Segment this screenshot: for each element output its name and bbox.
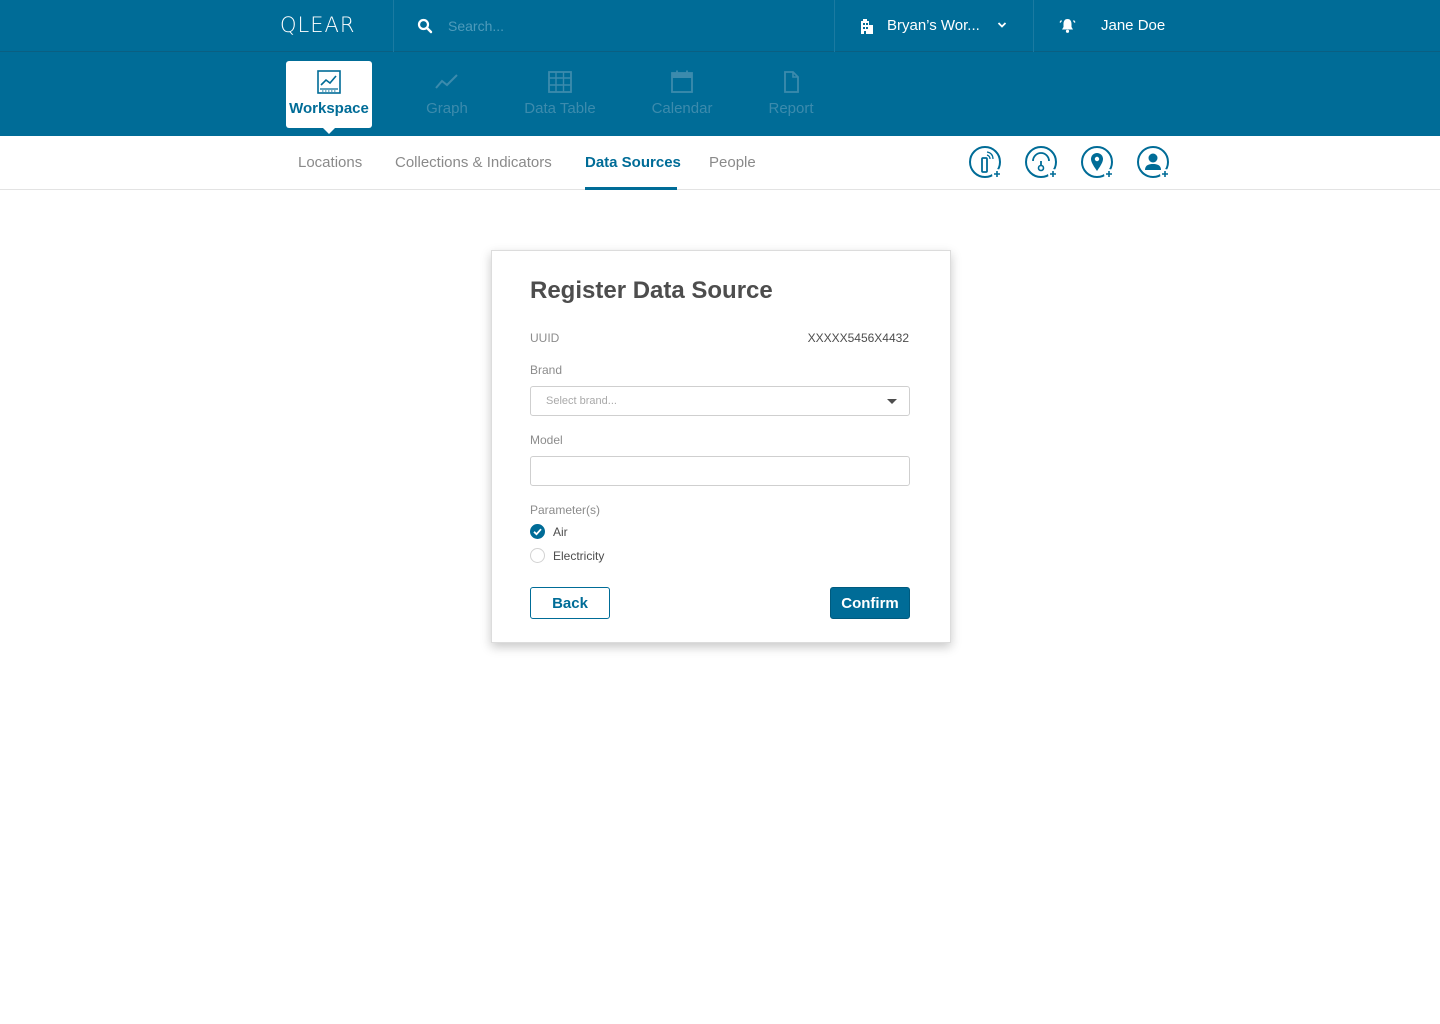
- module-label: Calendar: [651, 100, 713, 117]
- model-input[interactable]: [530, 456, 910, 486]
- card-title: Register Data Source: [530, 277, 773, 304]
- workspace-selector[interactable]: Bryan’s Wor...: [835, 0, 1033, 52]
- table-grid-icon: [548, 71, 572, 93]
- module-label: Graph: [426, 100, 468, 117]
- brand-select[interactable]: Select brand...: [530, 386, 910, 416]
- add-person-icon[interactable]: [1136, 146, 1170, 180]
- add-gauge-icon[interactable]: [1024, 146, 1058, 180]
- model-label: Model: [530, 433, 563, 447]
- uuid-label: UUID: [530, 331, 560, 345]
- brand-select-placeholder: Select brand...: [546, 395, 617, 407]
- add-location-icon[interactable]: [1080, 146, 1114, 180]
- register-data-source-card: Register Data Source UUID XXXXX5456X4432…: [491, 250, 951, 643]
- confirm-button[interactable]: Confirm: [830, 587, 910, 619]
- workspace-chart-icon: [317, 70, 341, 94]
- parameters-label: Parameter(s): [530, 503, 601, 517]
- building-icon: [861, 19, 873, 34]
- module-graph[interactable]: Graph: [404, 61, 490, 128]
- module-label: Data Table: [524, 100, 596, 117]
- top-bar: QLEAR Bryan’s Wor... Jane Doe: [0, 0, 1440, 52]
- user-menu[interactable]: Jane Doe: [1101, 17, 1165, 34]
- checked-circle-icon[interactable]: [530, 524, 545, 539]
- workspace-name: Bryan’s Wor...: [887, 17, 980, 34]
- divider: [1033, 0, 1034, 52]
- add-sensor-icon[interactable]: [968, 146, 1002, 180]
- module-report[interactable]: Report: [748, 61, 834, 128]
- divider: [393, 0, 394, 52]
- bell-icon[interactable]: [1059, 17, 1076, 34]
- brand-label: Brand: [530, 363, 563, 377]
- chevron-down-icon: [997, 22, 1007, 28]
- app-logo[interactable]: QLEAR: [280, 13, 355, 37]
- search-icon[interactable]: [417, 18, 433, 34]
- module-data-table[interactable]: Data Table: [517, 61, 603, 128]
- module-label: Report: [768, 100, 814, 117]
- parameter-label: Electricity: [553, 549, 605, 563]
- back-button[interactable]: Back: [530, 587, 610, 619]
- sub-nav: Locations Collections & Indicators Data …: [0, 136, 1440, 190]
- module-label: Workspace: [289, 100, 369, 117]
- module-workspace[interactable]: Workspace: [286, 61, 372, 134]
- tab-locations[interactable]: Locations: [298, 154, 362, 190]
- tab-data-sources[interactable]: Data Sources: [585, 154, 681, 190]
- tab-collections-indicators[interactable]: Collections & Indicators: [395, 154, 552, 190]
- search-input[interactable]: [448, 14, 818, 38]
- module-calendar[interactable]: Calendar: [639, 61, 725, 128]
- document-icon: [784, 71, 799, 93]
- line-graph-icon: [435, 74, 458, 89]
- unchecked-circle-icon[interactable]: [530, 548, 545, 563]
- tab-people[interactable]: People: [709, 154, 756, 190]
- uuid-value: XXXXX5456X4432: [807, 331, 909, 345]
- parameter-label: Air: [553, 525, 568, 539]
- caret-down-icon: [887, 399, 897, 404]
- calendar-icon: [671, 70, 693, 93]
- module-nav: Workspace Graph Data Table Calendar Repo…: [0, 52, 1440, 136]
